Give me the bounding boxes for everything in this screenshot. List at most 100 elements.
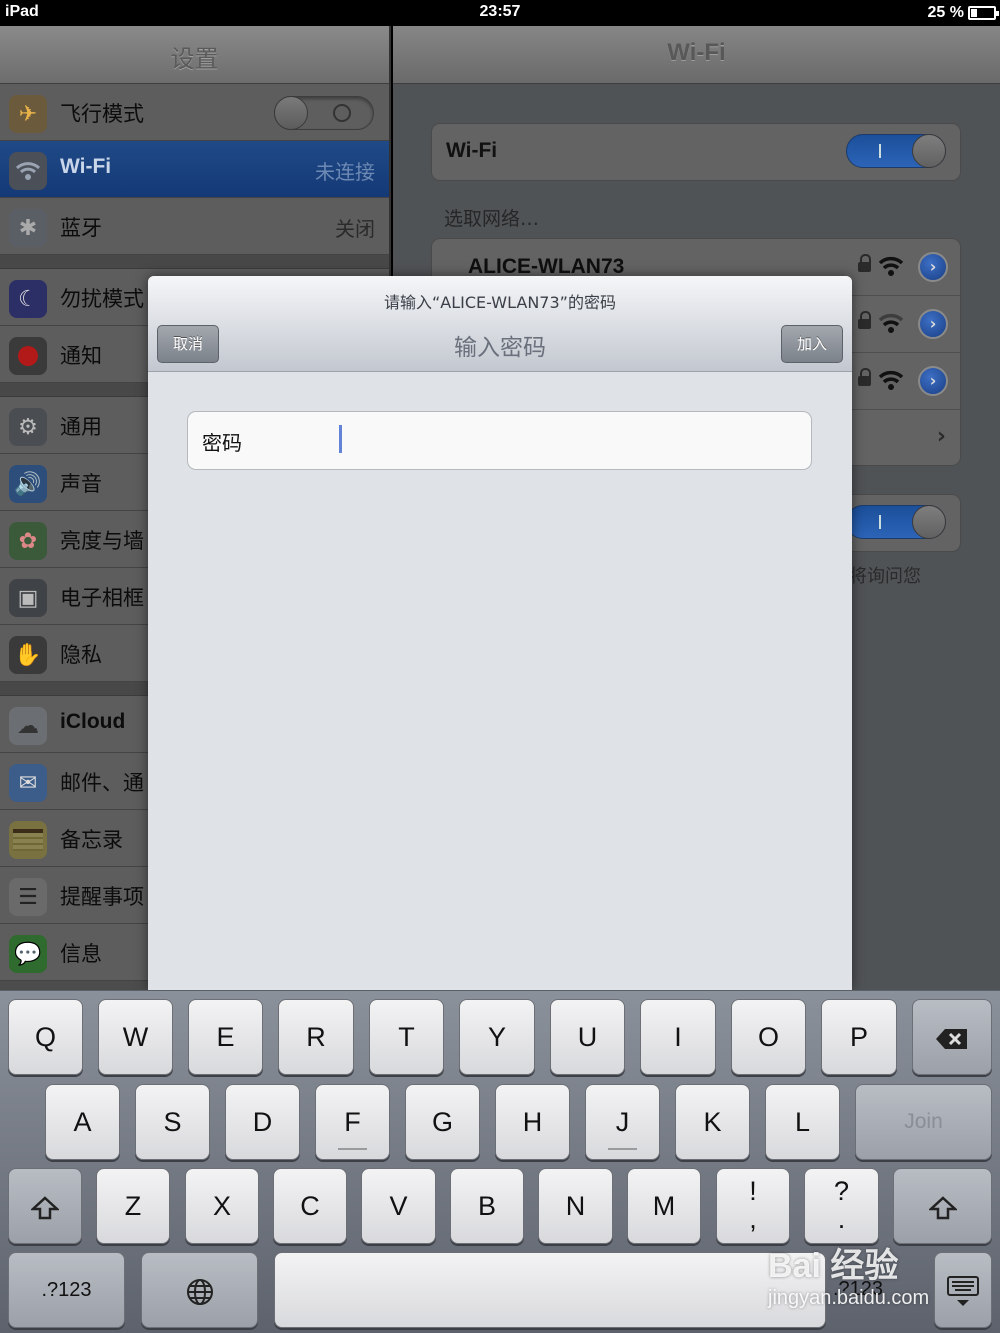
settings-title: 设置 <box>170 45 219 73</box>
key-u[interactable]: U <box>550 999 625 1075</box>
join-key[interactable]: Join <box>855 1084 992 1160</box>
key-y[interactable]: Y <box>459 999 535 1075</box>
sidebar-item-airplane[interactable]: ✈ 飞行模式 <box>0 84 389 141</box>
home-row-marker <box>337 1148 368 1150</box>
join-button[interactable]: 加入 <box>781 325 843 363</box>
wifi-toggle-cell: Wi-Fi <box>431 123 961 181</box>
key-r[interactable]: R <box>278 999 354 1075</box>
key-e[interactable]: E <box>188 999 263 1075</box>
flower-icon: ✿ <box>9 522 47 560</box>
key-j[interactable]: J <box>585 1084 660 1160</box>
key-z[interactable]: Z <box>96 1168 170 1244</box>
clock: 23:57 <box>479 3 521 20</box>
key-h[interactable]: H <box>495 1084 570 1160</box>
watermark-url: jingyan.baidu.com <box>768 1287 930 1309</box>
key-k[interactable]: K <box>675 1084 750 1160</box>
network-detail-button[interactable]: › <box>918 252 948 282</box>
key-s[interactable]: S <box>135 1084 210 1160</box>
chevron-right-icon: › <box>936 424 946 449</box>
wifi-toggle[interactable] <box>846 134 946 168</box>
key-q[interactable]: Q <box>8 999 83 1075</box>
bluetooth-status: 关闭 <box>335 217 375 241</box>
password-label: 密码 <box>202 431 242 455</box>
toggle-knob <box>912 134 946 168</box>
dismiss-keyboard-key[interactable] <box>934 1252 992 1328</box>
key-b[interactable]: B <box>450 1168 524 1244</box>
dialog-prompt: 请输入“ALICE-WLAN73”的密码 <box>384 293 616 312</box>
dialog-body: 密码 <box>148 372 852 990</box>
status-bar: iPad 23:57 25 % <box>0 0 1000 26</box>
sidebar-item-label: 信息 <box>60 942 102 966</box>
wifi-status: 未连接 <box>315 160 375 184</box>
toggle-knob <box>274 96 308 130</box>
sidebar-item-label: 亮度与墙 <box>60 529 144 553</box>
globe-key[interactable] <box>141 1252 258 1328</box>
airplane-icon: ✈ <box>9 95 47 133</box>
backspace-key[interactable] <box>912 999 992 1075</box>
toggle-on-mark <box>879 515 881 529</box>
ask-to-join-toggle[interactable] <box>846 505 946 539</box>
sidebar-item-label: 提醒事项 <box>60 885 144 909</box>
keyboard-dismiss-icon <box>947 1275 979 1306</box>
notes-icon <box>9 821 47 859</box>
shift-icon <box>927 1196 958 1220</box>
key-top-char: ! <box>749 1176 757 1206</box>
shift-key-right[interactable] <box>893 1168 992 1244</box>
key-t[interactable]: T <box>369 999 444 1075</box>
key-x[interactable]: X <box>185 1168 259 1244</box>
key-bottom-char: , <box>749 1204 757 1234</box>
cancel-button[interactable]: 取消 <box>157 325 219 363</box>
sidebar-item-bluetooth[interactable]: ✱ 蓝牙 关闭 <box>0 198 389 255</box>
key-m[interactable]: M <box>627 1168 701 1244</box>
gear-icon: ⚙ <box>9 408 47 446</box>
backspace-icon <box>936 1028 967 1049</box>
sidebar-item-label: 隐私 <box>60 643 102 667</box>
key-top-char: ? <box>833 1176 850 1206</box>
sidebar-item-label: 通知 <box>60 344 102 368</box>
key-v[interactable]: V <box>361 1168 436 1244</box>
key-l[interactable]: L <box>765 1084 840 1160</box>
moon-icon: ☾ <box>9 280 47 318</box>
sidebar-item-label: 蓝牙 <box>60 216 102 240</box>
speaker-icon: 🔊 <box>9 465 47 503</box>
wifi-toggle-label: Wi-Fi <box>446 139 498 162</box>
shift-icon <box>29 1196 61 1220</box>
sidebar-item-label: 备忘录 <box>60 828 123 852</box>
password-input[interactable] <box>344 420 794 462</box>
text-cursor <box>339 425 342 453</box>
settings-navbar: 设置 <box>0 26 389 84</box>
key-i[interactable]: I <box>640 999 716 1075</box>
sidebar-item-wifi[interactable]: Wi-Fi 未连接 <box>0 141 389 198</box>
numbers-key[interactable]: .?123 <box>8 1252 125 1328</box>
wifi-signal-icon <box>878 256 904 276</box>
hand-icon: ✋ <box>9 636 47 674</box>
key-c[interactable]: C <box>273 1168 347 1244</box>
choose-network-label: 选取网络… <box>444 208 540 230</box>
space-key[interactable] <box>274 1252 826 1328</box>
dialog-header: 请输入“ALICE-WLAN73”的密码 输入密码 取消 加入 <box>148 276 852 372</box>
notification-icon <box>9 337 47 375</box>
sidebar-item-label: 勿扰模式 <box>60 287 144 311</box>
key-a[interactable]: A <box>45 1084 120 1160</box>
network-detail-button[interactable]: › <box>918 366 948 396</box>
wifi-signal-icon <box>878 370 904 390</box>
wifi-title: Wi-Fi <box>667 39 726 66</box>
key-question-period[interactable]: ? . <box>804 1168 879 1244</box>
password-field[interactable]: 密码 <box>187 411 812 470</box>
key-n[interactable]: N <box>538 1168 613 1244</box>
group-separator <box>0 255 389 269</box>
key-w[interactable]: W <box>98 999 173 1075</box>
cloud-icon: ☁ <box>9 707 47 745</box>
key-exclamation-comma[interactable]: ! , <box>716 1168 790 1244</box>
key-j-label: J <box>615 1107 630 1137</box>
messages-icon: 💬 <box>9 935 47 973</box>
network-detail-button[interactable]: › <box>918 309 948 339</box>
key-d[interactable]: D <box>225 1084 300 1160</box>
key-p[interactable]: P <box>821 999 897 1075</box>
watermark-logo: Bai 经验 <box>768 1247 899 1285</box>
key-g[interactable]: G <box>405 1084 480 1160</box>
key-f[interactable]: F <box>315 1084 390 1160</box>
key-o[interactable]: O <box>731 999 806 1075</box>
shift-key-left[interactable] <box>8 1168 82 1244</box>
airplane-mode-toggle[interactable] <box>274 96 374 130</box>
